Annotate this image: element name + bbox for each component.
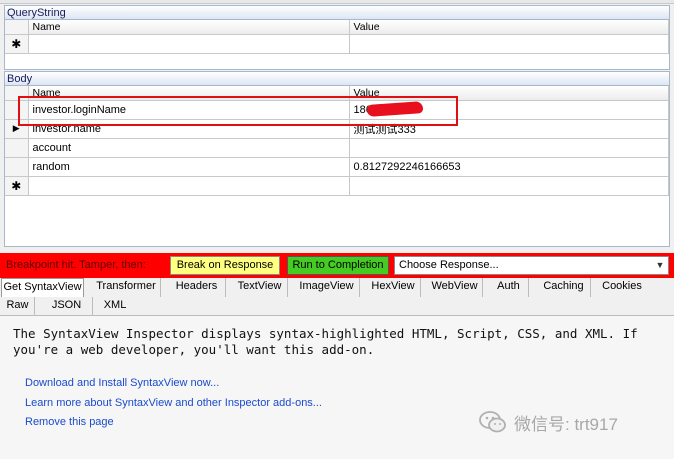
value-cell[interactable] xyxy=(349,34,669,54)
description-line-2: you're a web developer, you'll want this… xyxy=(13,342,375,357)
tab-auth[interactable]: Auth xyxy=(489,278,529,297)
table-row[interactable]: account xyxy=(5,138,669,158)
chevron-down-icon: ▼ xyxy=(655,260,665,270)
run-to-completion-button[interactable]: Run to Completion xyxy=(287,256,389,275)
tab-json[interactable]: JSON xyxy=(41,297,93,316)
value-cell[interactable]: 0.8127292246166653 xyxy=(349,157,669,177)
body-grid: Name Value investor.loginName 1860 ▶ inv… xyxy=(5,86,669,196)
querystring-panel: QueryString Name Value ✱ xyxy=(4,5,670,70)
inspector-tabs-row2: Raw JSON XML xyxy=(0,297,674,316)
learn-more-link[interactable]: Learn more about SyntaxView and other In… xyxy=(25,397,322,409)
table-row-current[interactable]: ▶ investor.name 测试测试333 xyxy=(5,119,669,139)
value-cell[interactable] xyxy=(349,138,669,158)
download-syntaxview-link[interactable]: Download and Install SyntaxView now... xyxy=(25,377,219,389)
remove-page-link[interactable]: Remove this page xyxy=(25,416,114,428)
column-header-name[interactable]: Name xyxy=(28,86,350,101)
break-on-response-button[interactable]: Break on Response xyxy=(170,256,280,275)
inspector-tabs-row1: Get SyntaxView Transformer Headers TextV… xyxy=(0,278,674,297)
choose-response-dropdown[interactable]: Choose Response... ▼ xyxy=(394,256,669,275)
table-row-new[interactable]: ✱ xyxy=(5,176,669,196)
wechat-watermark: 微信号: trt917 xyxy=(478,408,618,436)
new-row-icon: ✱ xyxy=(5,34,29,54)
body-title: Body xyxy=(5,72,669,86)
syntaxview-content: The SyntaxView Inspector displays syntax… xyxy=(0,316,674,459)
tab-textview[interactable]: TextView xyxy=(232,278,288,297)
top-border xyxy=(0,0,674,4)
tab-transformer[interactable]: Transformer xyxy=(92,278,161,297)
row-header-corner xyxy=(5,20,29,35)
new-row-icon: ✱ xyxy=(5,176,29,196)
name-cell[interactable]: investor.name xyxy=(28,119,350,139)
name-cell[interactable]: investor.loginName xyxy=(28,100,350,120)
name-cell[interactable] xyxy=(28,34,350,54)
row-header-corner xyxy=(5,86,29,101)
name-cell[interactable]: random xyxy=(28,157,350,177)
row-header xyxy=(5,138,29,158)
choose-response-text: Choose Response... xyxy=(399,259,499,271)
body-panel: Body Name Value investor.loginName 1860 … xyxy=(4,71,670,247)
description-text: The SyntaxView Inspector displays syntax… xyxy=(13,326,653,358)
column-header-value[interactable]: Value xyxy=(349,20,669,35)
tab-webview[interactable]: WebView xyxy=(427,278,483,297)
watermark-text: 微信号: trt917 xyxy=(514,414,618,434)
name-cell[interactable]: account xyxy=(28,138,350,158)
column-header-name[interactable]: Name xyxy=(28,20,350,35)
querystring-grid: Name Value ✱ xyxy=(5,20,669,54)
description-line-1: The SyntaxView Inspector displays syntax… xyxy=(13,326,638,341)
tab-get-syntaxview[interactable]: Get SyntaxView xyxy=(1,278,84,297)
breakpoint-label: Breakpoint hit. Tamper, then: xyxy=(6,259,146,271)
tab-imageview[interactable]: ImageView xyxy=(294,278,360,297)
name-cell[interactable] xyxy=(28,176,350,196)
tab-headers[interactable]: Headers xyxy=(168,278,226,297)
value-cell[interactable]: 测试测试333 xyxy=(349,119,669,139)
tab-xml[interactable]: XML xyxy=(96,297,134,316)
tab-cookies[interactable]: Cookies xyxy=(597,278,647,297)
row-header xyxy=(5,100,29,120)
table-row-new[interactable]: ✱ xyxy=(5,34,669,54)
column-header-value[interactable]: Value xyxy=(349,86,669,101)
row-header xyxy=(5,157,29,177)
tab-caching[interactable]: Caching xyxy=(537,278,591,297)
table-row[interactable]: random 0.8127292246166653 xyxy=(5,157,669,177)
value-cell[interactable] xyxy=(349,176,669,196)
wechat-icon xyxy=(479,411,506,433)
querystring-title: QueryString xyxy=(5,6,669,20)
current-row-icon: ▶ xyxy=(5,119,29,139)
tab-raw[interactable]: Raw xyxy=(1,297,35,316)
breakpoint-bar: Breakpoint hit. Tamper, then: Break on R… xyxy=(0,253,674,278)
tab-hexview[interactable]: HexView xyxy=(366,278,421,297)
table-row[interactable]: investor.loginName 1860 xyxy=(5,100,669,120)
